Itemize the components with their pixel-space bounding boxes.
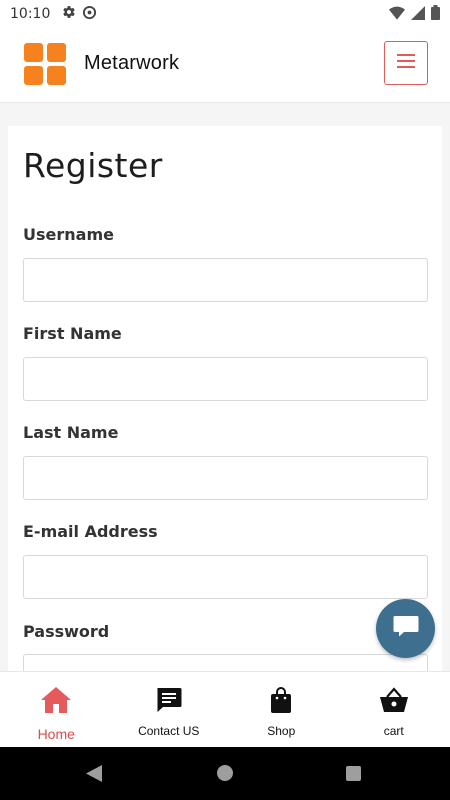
status-bar: 10:10	[0, 0, 450, 28]
email-field[interactable]	[23, 555, 428, 599]
app-header: Metarwork	[0, 28, 450, 103]
username-label: Username	[23, 225, 114, 244]
system-nav-bar	[0, 747, 450, 800]
password-field[interactable]	[23, 654, 428, 671]
username-field[interactable]	[23, 258, 428, 302]
nav-item-cart[interactable]: cart	[338, 672, 450, 748]
brand-name[interactable]: Metarwork	[84, 52, 179, 75]
password-label: Password	[23, 622, 110, 641]
hamburger-menu-icon	[397, 53, 415, 73]
home-circle-icon[interactable]	[217, 765, 233, 781]
register-form: Register Username First Name Last Name E…	[8, 126, 442, 671]
bottom-nav: Home Contact US Shop cart	[0, 671, 450, 748]
menu-button[interactable]	[384, 41, 428, 85]
message-icon	[153, 684, 185, 716]
first-name-label: First Name	[23, 324, 122, 343]
gear-icon	[62, 5, 76, 23]
nav-label-contact: Contact US	[138, 724, 200, 738]
nav-item-contact[interactable]: Contact US	[113, 672, 226, 748]
shopping-bag-icon	[265, 684, 297, 716]
nav-label-home: Home	[37, 726, 75, 742]
nav-label-cart: cart	[383, 724, 404, 738]
nav-item-shop[interactable]: Shop	[225, 672, 338, 748]
status-time: 10:10	[10, 6, 51, 22]
last-name-field[interactable]	[23, 456, 428, 500]
signal-icon	[411, 5, 425, 24]
first-name-field[interactable]	[23, 357, 428, 401]
back-icon[interactable]	[86, 765, 102, 787]
metarwork-logo[interactable]	[24, 43, 66, 85]
chat-bubble-icon	[392, 614, 420, 643]
home-icon	[40, 684, 72, 716]
email-label: E-mail Address	[23, 522, 158, 541]
data-saver-icon	[82, 5, 97, 24]
recents-icon[interactable]	[346, 766, 361, 781]
page-title: Register	[23, 146, 163, 185]
nav-item-home[interactable]: Home	[0, 672, 113, 748]
chat-button[interactable]	[376, 599, 435, 658]
last-name-label: Last Name	[23, 423, 119, 442]
basket-icon	[378, 684, 410, 716]
battery-icon	[431, 5, 440, 24]
wifi-icon	[389, 6, 405, 24]
nav-label-shop: Shop	[267, 724, 296, 738]
